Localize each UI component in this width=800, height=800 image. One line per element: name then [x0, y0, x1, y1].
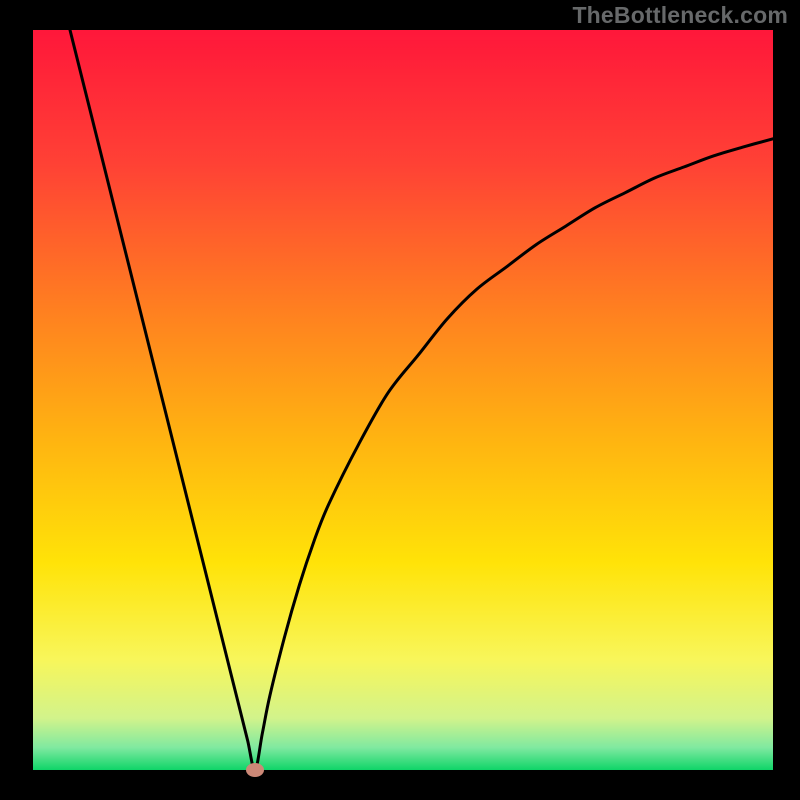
chart-frame: TheBottleneck.com	[0, 0, 800, 800]
optimal-point-marker	[246, 763, 264, 777]
bottleneck-chart	[0, 0, 800, 800]
gradient-background	[33, 30, 773, 770]
